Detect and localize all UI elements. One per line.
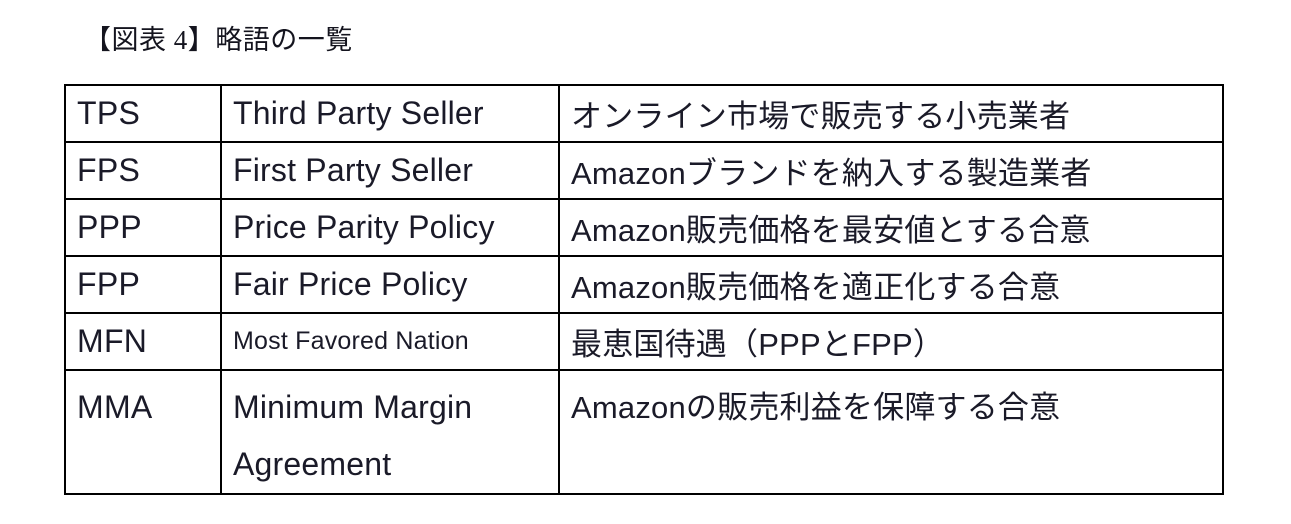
description-text: Amazon販売価格を最安値とする合意 [571, 213, 1091, 248]
table-row: PPP Price Parity Policy Amazon販売価格を最安値とす… [64, 198, 1224, 257]
abbreviation-text: PPP [77, 209, 142, 245]
full-name-text: Minimum Margin Agreement [233, 371, 558, 493]
full-name-line-1: Minimum Margin [233, 389, 473, 425]
abbreviation-text: FPS [77, 152, 141, 188]
cell-full-name: Most Favored Nation [220, 312, 560, 371]
cell-description: オンライン市場で販売する小売業者 [558, 84, 1224, 143]
cell-abbreviation: MMA [64, 369, 222, 495]
description-text: 最恵国待遇（PPPとFPP） [571, 327, 945, 362]
figure-caption: 【図表 4】略語の一覧 [84, 25, 353, 55]
description-text: オンライン市場で販売する小売業者 [571, 99, 1071, 134]
cell-abbreviation: FPP [64, 255, 222, 314]
full-name-line-2: Agreement [233, 446, 392, 482]
table-row: MMA Minimum Margin Agreement Amazonの販売利益… [64, 369, 1224, 495]
cell-abbreviation: MFN [64, 312, 222, 371]
cell-description: Amazon販売価格を適正化する合意 [558, 255, 1224, 314]
cell-full-name: Third Party Seller [220, 84, 560, 143]
cell-description: 最恵国待遇（PPPとFPP） [558, 312, 1224, 371]
table-row: FPS First Party Seller Amazonブランドを納入する製造… [64, 141, 1224, 200]
full-name-text: Price Parity Policy [233, 209, 495, 245]
cell-abbreviation: PPP [64, 198, 222, 257]
cell-full-name: Minimum Margin Agreement [220, 369, 560, 495]
table-row: MFN Most Favored Nation 最恵国待遇（PPPとFPP） [64, 312, 1224, 371]
abbreviation-text: TPS [77, 95, 141, 131]
document-page: 【図表 4】略語の一覧 TPS Third Party Seller オンライン… [0, 0, 1291, 524]
table-row: TPS Third Party Seller オンライン市場で販売する小売業者 [64, 84, 1224, 143]
abbreviation-text: MFN [77, 323, 148, 359]
abbreviation-text: FPP [77, 266, 141, 302]
cell-full-name: Fair Price Policy [220, 255, 560, 314]
full-name-text: Third Party Seller [233, 95, 484, 131]
cell-description: Amazonの販売利益を保障する合意 [558, 369, 1224, 495]
cell-full-name: First Party Seller [220, 141, 560, 200]
cell-description: Amazonブランドを納入する製造業者 [558, 141, 1224, 200]
full-name-text: Fair Price Policy [233, 266, 468, 302]
cell-description: Amazon販売価格を最安値とする合意 [558, 198, 1224, 257]
description-text: Amazonの販売利益を保障する合意 [571, 390, 1061, 425]
cell-full-name: Price Parity Policy [220, 198, 560, 257]
description-text: Amazonブランドを納入する製造業者 [571, 156, 1092, 191]
table-row: FPP Fair Price Policy Amazon販売価格を適正化する合意 [64, 255, 1224, 314]
cell-abbreviation: TPS [64, 84, 222, 143]
full-name-text: Most Favored Nation [233, 327, 469, 355]
abbreviation-text: MMA [77, 389, 153, 425]
abbreviation-table: TPS Third Party Seller オンライン市場で販売する小売業者 … [64, 84, 1224, 495]
description-text: Amazon販売価格を適正化する合意 [571, 270, 1061, 305]
full-name-text: First Party Seller [233, 152, 474, 188]
cell-abbreviation: FPS [64, 141, 222, 200]
